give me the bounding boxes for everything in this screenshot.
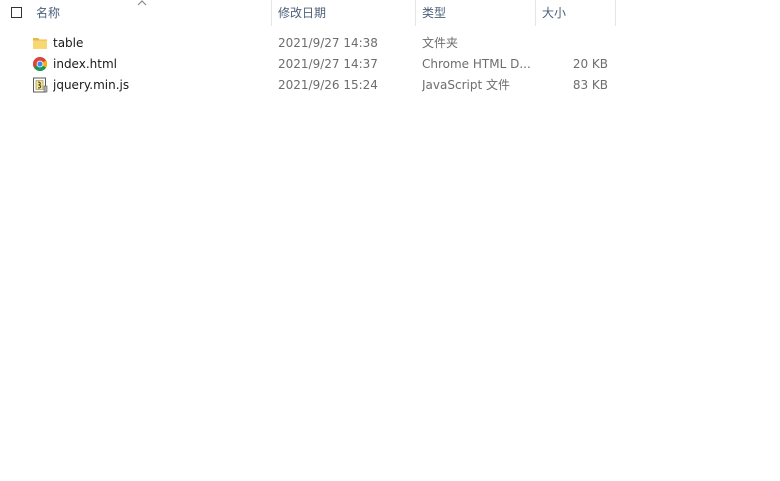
file-size: 20 KB (572, 57, 608, 71)
file-date: 2021/9/26 15:24 (278, 78, 378, 92)
file-date: 2021/9/27 14:38 (278, 36, 378, 50)
column-header-size[interactable]: 大小 (536, 0, 615, 26)
file-row[interactable]: jquery.min.js 2021/9/26 15:24 JavaScript… (28, 75, 616, 96)
file-name: table (53, 36, 84, 50)
file-name: jquery.min.js (53, 78, 130, 92)
file-date: 2021/9/27 14:37 (278, 57, 378, 71)
folder-icon (33, 38, 47, 49)
chrome-icon (33, 57, 47, 71)
file-size: 83 KB (572, 78, 608, 92)
file-name: index.html (53, 57, 117, 71)
column-header-name[interactable]: 名称 (30, 0, 270, 26)
file-type: 文件夹 (422, 36, 459, 50)
column-separator[interactable] (615, 0, 616, 26)
file-explorer: 名称 修改日期 类型 大小 table 2021/9/27 14:38 文件夹 (0, 0, 780, 481)
column-header-type[interactable]: 类型 (416, 0, 535, 26)
file-size (540, 33, 608, 54)
column-header-date[interactable]: 修改日期 (272, 0, 415, 26)
file-type: JavaScript 文件 (422, 78, 510, 92)
file-row[interactable]: index.html 2021/9/27 14:37 Chrome HTML D… (28, 54, 616, 75)
file-type: Chrome HTML D... (422, 57, 531, 71)
column-header-bar: 名称 修改日期 类型 大小 (0, 0, 780, 26)
file-row[interactable]: table 2021/9/27 14:38 文件夹 (28, 33, 616, 54)
select-all-checkbox[interactable] (11, 7, 22, 18)
javascript-file-icon (33, 77, 48, 93)
